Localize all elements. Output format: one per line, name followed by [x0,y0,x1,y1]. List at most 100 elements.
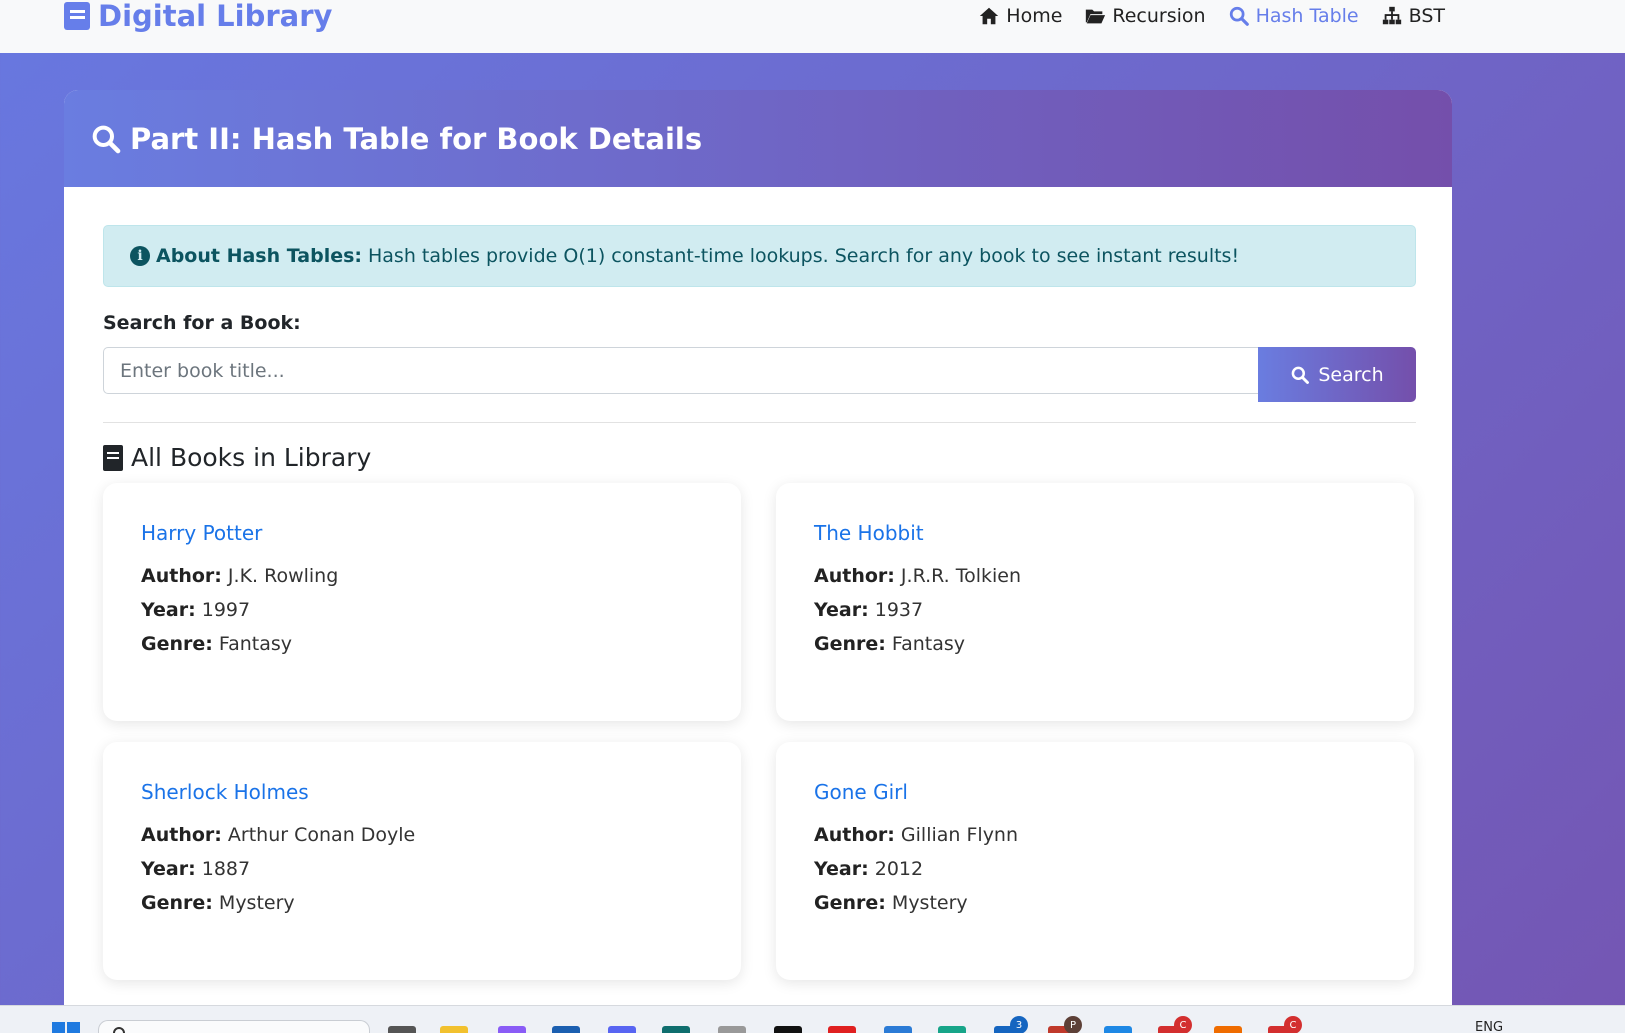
year-label: Year: [814,599,869,621]
search-button[interactable]: Search [1258,347,1416,402]
book-genre: Genre: Fantasy [141,633,703,655]
genre-value: Mystery [891,892,968,914]
genre-label: Genre: [814,633,886,655]
app-icon[interactable] [662,1026,690,1033]
page-title: Part II: Hash Table for Book Details [130,121,703,156]
author-value: Arthur Conan Doyle [227,824,416,846]
windows-start-icon[interactable] [52,1022,80,1033]
book-card: Harry Potter Author: J.K. Rowling Year: … [103,483,741,721]
book-icon [64,2,90,30]
author-value: Gillian Flynn [900,824,1019,846]
nav-link-bst[interactable]: BST [1381,5,1445,27]
alert-title: About Hash Tables: [156,245,362,267]
book-title-link[interactable]: The Hobbit [814,521,1376,545]
genre-label: Genre: [141,892,213,914]
folder-open-icon [1086,9,1106,24]
book-icon [103,444,123,471]
brand-title: Digital Library [98,0,333,33]
author-label: Author: [814,824,895,846]
copilot-icon[interactable] [498,1026,526,1033]
profile-badge: C [1284,1016,1302,1033]
hash-table-card: Part II: Hash Table for Book Details i A… [64,90,1452,1033]
sitemap-icon [1382,6,1401,25]
alert-text: Hash tables provide O(1) constant-time l… [368,245,1240,267]
file-explorer-icon[interactable] [440,1026,468,1033]
book-author: Author: Gillian Flynn [814,824,1376,846]
info-alert: i About Hash Tables: Hash tables provide… [103,225,1416,287]
nav-link-hash-table-label: Hash Table [1255,5,1359,27]
genre-label: Genre: [814,892,886,914]
genre-value: Fantasy [218,633,293,655]
nav-link-home-label: Home [1006,5,1063,27]
card-header: Part II: Hash Table for Book Details [64,90,1452,187]
search-icon [1229,6,1249,26]
edge-icon[interactable] [938,1026,966,1033]
search-icon [113,1027,125,1033]
discord-icon[interactable] [608,1026,636,1033]
divider [103,422,1416,423]
task-view-icon[interactable] [388,1026,416,1033]
info-circle-icon: i [130,246,150,266]
year-label: Year: [814,858,869,880]
book-title-link[interactable]: Harry Potter [141,521,703,545]
book-genre: Genre: Mystery [141,892,703,914]
year-value: 1937 [874,599,924,621]
os-taskbar: 3 P C C ENG [0,1005,1625,1033]
search-button-label: Search [1318,363,1384,386]
language-indicator[interactable]: ENG [1475,1020,1503,1033]
app-icon[interactable] [828,1026,856,1033]
home-icon [980,7,999,25]
brand-link[interactable]: Digital Library [64,0,332,34]
search-icon [92,125,121,153]
author-value: J.R.R. Tolkien [900,565,1022,587]
search-input[interactable] [103,347,1258,394]
section-title-text: All Books in Library [131,443,372,472]
book-title-link[interactable]: Gone Girl [814,780,1376,804]
taskbar-search[interactable] [98,1020,370,1033]
nav-link-recursion-label: Recursion [1112,5,1206,27]
book-year: Year: 1887 [141,858,703,880]
profile-badge: P [1064,1016,1082,1033]
search-label: Search for a Book: [103,312,301,334]
app-icon[interactable] [884,1026,912,1033]
book-genre: Genre: Mystery [814,892,1376,914]
author-label: Author: [141,565,222,587]
year-label: Year: [141,858,196,880]
year-value: 2012 [874,858,924,880]
genre-label: Genre: [141,633,213,655]
app-icon[interactable] [1214,1026,1242,1033]
nav-link-home[interactable]: Home [978,5,1062,27]
author-value: J.K. Rowling [227,565,339,587]
book-title-link[interactable]: Sherlock Holmes [141,780,703,804]
year-label: Year: [141,599,196,621]
book-year: Year: 1997 [141,599,703,621]
genre-value: Mystery [218,892,295,914]
nav-link-bst-label: BST [1408,5,1445,27]
book-author: Author: Arthur Conan Doyle [141,824,703,846]
book-genre: Genre: Fantasy [814,633,1376,655]
search-icon [1292,366,1310,384]
vscode-icon[interactable] [1104,1026,1132,1033]
year-value: 1887 [201,858,251,880]
book-card: Sherlock Holmes Author: Arthur Conan Doy… [103,742,741,980]
top-navbar: Digital Library Home Recursion Hash Tabl… [0,0,1625,53]
store-icon[interactable] [552,1026,580,1033]
notification-badge: 3 [1010,1016,1028,1033]
year-value: 1997 [201,599,251,621]
section-title: All Books in Library [103,443,371,472]
profile-badge: C [1174,1016,1192,1033]
book-card: The Hobbit Author: J.R.R. Tolkien Year: … [776,483,1414,721]
book-author: Author: J.K. Rowling [141,565,703,587]
nav-links: Home Recursion Hash Table BST [978,0,1445,32]
nav-link-hash-table[interactable]: Hash Table [1228,5,1359,27]
book-year: Year: 2012 [814,858,1376,880]
book-year: Year: 1937 [814,599,1376,621]
app-icon[interactable] [718,1026,746,1033]
author-label: Author: [814,565,895,587]
nav-link-recursion[interactable]: Recursion [1084,5,1206,27]
book-author: Author: J.R.R. Tolkien [814,565,1376,587]
author-label: Author: [141,824,222,846]
dropbox-icon[interactable] [774,1026,802,1033]
search-form: Search [103,347,1416,402]
genre-value: Fantasy [891,633,966,655]
